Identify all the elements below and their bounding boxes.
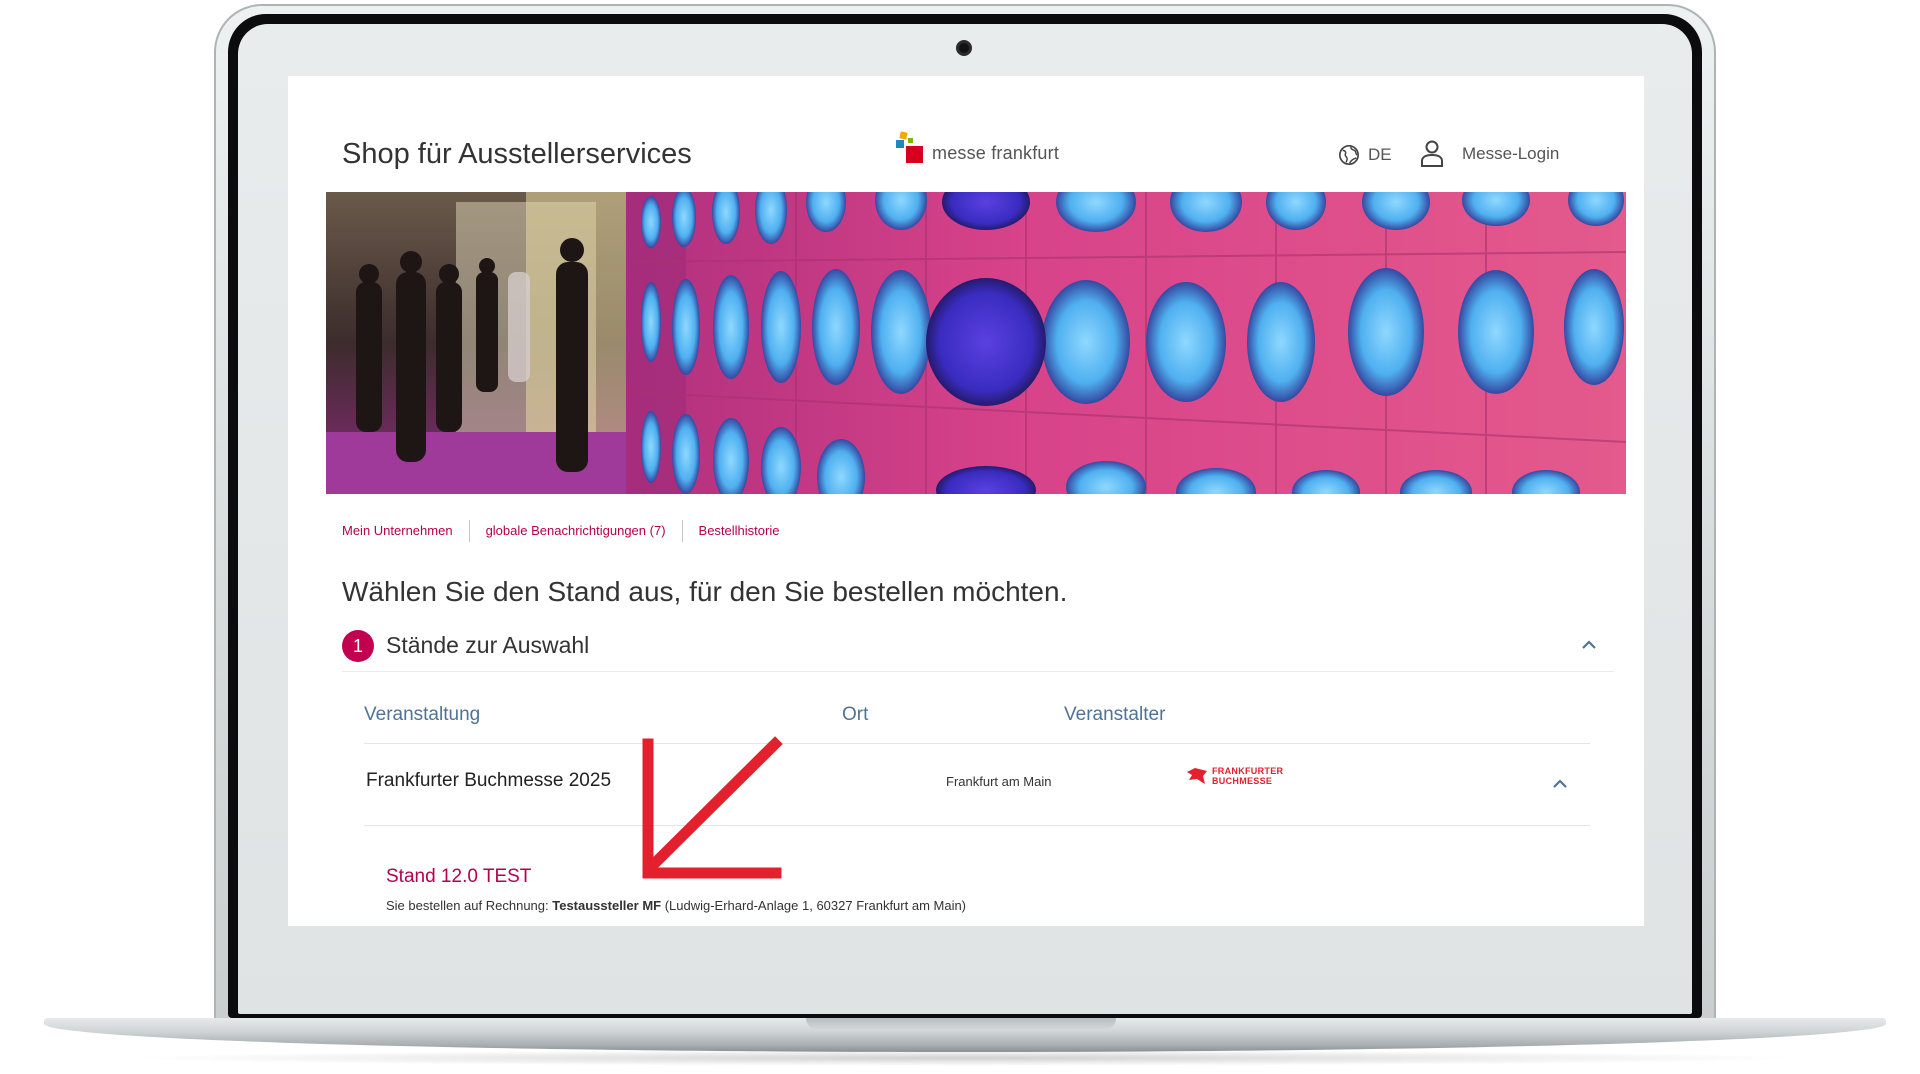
sub-navigation: Mein Unternehmen globale Benachrichtigun…	[342, 520, 795, 542]
logo-mark-icon	[896, 131, 928, 166]
invoice-prefix: Sie bestellen auf Rechnung:	[386, 898, 553, 913]
invoice-company: Testaussteller MF	[552, 898, 662, 913]
column-header-veranstaltung: Veranstaltung	[364, 704, 481, 725]
browser-screen: Shop für Ausstellerservices messe frankf…	[288, 76, 1644, 926]
buchmesse-logo-icon	[1187, 768, 1207, 784]
subnav-benachrichtigungen[interactable]: globale Benachrichtigungen (7)	[468, 520, 682, 542]
site-header: Shop für Ausstellerservices messe frankf…	[288, 76, 1644, 192]
invoice-info: Sie bestellen auf Rechnung: Testausstell…	[386, 898, 966, 913]
event-city: Frankfurt am Main	[946, 774, 1052, 789]
step-title: Stände zur Auswahl	[386, 632, 590, 658]
subnav-bestellhistorie[interactable]: Bestellhistorie	[681, 520, 796, 542]
table-header: Veranstaltung Ort Veranstalter	[364, 688, 1590, 744]
camera-icon	[956, 40, 972, 56]
organizer-logo-line2: BUCHMESSE	[1212, 776, 1273, 786]
subnav-mein-unternehmen[interactable]: Mein Unternehmen	[342, 520, 469, 542]
laptop-base-notch	[806, 1018, 1116, 1030]
language-switch[interactable]: DE	[1338, 144, 1392, 166]
hero-illustration	[326, 192, 1626, 494]
main-heading: Wählen Sie den Stand aus, für den Sie be…	[342, 576, 1068, 607]
table-row[interactable]: Frankfurter Buchmesse 2025 Frankfurt am …	[364, 744, 1590, 826]
globe-icon	[1339, 145, 1359, 165]
event-name: Frankfurter Buchmesse 2025	[366, 770, 612, 791]
language-label: DE	[1368, 145, 1392, 164]
organizer-logo: FRANKFURTER BUCHMESSE	[1186, 766, 1283, 786]
column-header-ort: Ort	[842, 704, 869, 725]
step-accordion-header[interactable]: 1 Stände zur Auswahl	[342, 626, 1614, 672]
messe-frankfurt-logo[interactable]: messe frankfurt	[896, 131, 1060, 166]
invoice-address: (Ludwig-Erhard-Anlage 1, 60327 Frankfurt…	[661, 898, 967, 913]
chevron-up-icon[interactable]	[1578, 634, 1600, 656]
hero-image	[326, 192, 1626, 494]
column-header-veranstalter: Veranstalter	[1064, 704, 1166, 725]
logo-text: messe frankfurt	[932, 143, 1060, 163]
messe-login-link[interactable]: Messe-Login	[1462, 144, 1559, 164]
step-number-badge: 1	[342, 630, 374, 662]
page-title: Shop für Ausstellerservices	[342, 138, 692, 170]
laptop-shadow	[120, 1050, 1810, 1066]
organizer-logo-line1: FRANKFURTER	[1212, 766, 1284, 776]
organizer-logo-text: FRANKFURTER BUCHMESSE	[1212, 766, 1283, 786]
stand-link[interactable]: Stand 12.0 TEST	[386, 866, 531, 888]
chevron-up-icon[interactable]	[1550, 774, 1570, 794]
user-icon[interactable]	[1420, 139, 1444, 167]
